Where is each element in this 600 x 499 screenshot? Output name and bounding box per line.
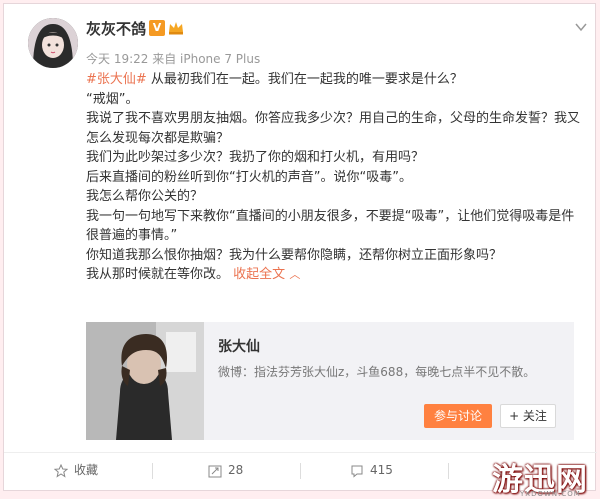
verified-badge: V [149,20,165,36]
post-line: 我怎么帮你公关的？ [86,189,204,204]
post-first-line: #张大仙# 从最初我们在一起。我们在一起我的唯一要求是什么？ [86,70,586,90]
crown-icon [169,22,183,35]
post-line: 从最初我们在一起。我们在一起我的唯一要求是什么？ [146,72,463,87]
share-card-image [86,322,204,440]
hashtag-link[interactable]: #张大仙# [86,72,147,87]
share-card-description: 微博：指法芬芳张大仙z，斗鱼688，每晚七点半不见不散。 [218,365,536,379]
collapse-text-link[interactable]: 收起全文 [233,267,285,282]
join-discussion-button[interactable]: 参与讨论 [424,404,492,428]
comment-count: 415 [370,463,393,477]
chevron-down-icon[interactable] [572,20,590,38]
post-line: 我说了我不喜欢男朋友抽烟。你答应我多少次？用自己的生命，父母的生命发誓？我又怎么… [86,111,581,146]
author-name[interactable]: 灰灰不鸽 [86,18,146,39]
share-card-title[interactable]: 张大仙 [218,336,260,356]
repost-count: 28 [228,463,244,477]
post-line: 我们为此吵架过多少次？我扔了你的烟和打火机，有用吗？ [86,150,425,165]
divider [448,463,449,479]
chevron-up-icon[interactable]: ︿ [289,268,300,281]
avatar[interactable] [28,18,78,68]
post-line: “戒烟”。 [86,91,139,107]
post-body: #张大仙# 从最初我们在一起。我们在一起我的唯一要求是什么？ “戒烟”。 我说了… [86,70,586,285]
divider [300,463,301,479]
divider [152,463,153,479]
post-line: 后来直播间的粉丝听到你“打火机的声音”。说你“吸毒”。 [86,169,412,185]
comment-icon [351,465,363,478]
watermark-url: YXDOWN.COM [520,490,581,498]
avatar-image [28,18,78,68]
share-card[interactable]: 张大仙 微博：指法芬芳张大仙z，斗鱼688，每晚七点半不见不散。 参与讨论 + … [86,322,574,440]
post-last-line: 我从那时候就在等你改。 收起全文 ︿ [86,265,586,285]
post-meta: 今天 19:22 来自 iPhone 7 Plus [86,52,261,66]
post-line: 我一句一句地写下来教你“直播间的小朋友很多，不要提“吸毒”，让他们觉得吸毒是件很… [86,208,575,244]
repost-button[interactable]: 28 [208,453,243,489]
site-watermark: 游迅网 YXDOWN.COM [492,456,600,498]
star-icon [53,463,69,478]
post-line: 你知道我那么恨你抽烟？我为什么要帮你隐瞒，还帮你树立正面形象吗？ [86,247,503,263]
follow-button[interactable]: + 关注 [500,404,556,428]
weibo-post-card: 灰灰不鸽 V 今天 19:22 来自 iPhone 7 Plus #张大仙# 从… [3,3,597,498]
comment-button[interactable]: 415 [350,453,393,489]
favorite-button[interactable]: 收藏 [53,453,99,489]
favorite-label: 收藏 [74,463,99,477]
post-line: 我从那时候就在等你改。 [86,267,230,282]
repost-icon [208,465,222,477]
